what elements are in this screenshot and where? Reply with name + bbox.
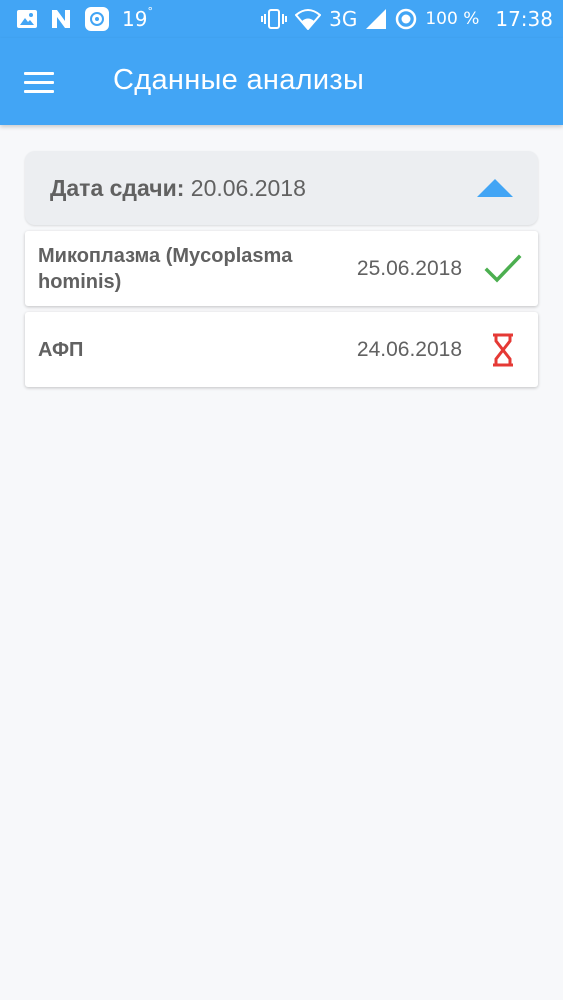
hourglass-icon [484,331,522,369]
analysis-row[interactable]: Микоплазма (Mycoplasma hominis) 25.06.20… [25,231,538,306]
date-group-label: Дата сдачи: [50,174,185,201]
analysis-date: 25.06.2018 [356,256,462,280]
image-icon [16,9,38,29]
date-group-text: Дата сдачи: 20.06.2018 [50,175,306,202]
date-group-header[interactable]: Дата сдачи: 20.06.2018 [25,151,538,225]
n-icon [50,9,72,29]
menu-line [24,71,54,75]
analysis-name: Микоплазма (Mycoplasma hominis) [38,244,293,293]
screen: 19° 3G 100 % 17:38 Сданные анализы Дата … [0,0,563,1000]
hamburger-menu-icon[interactable] [24,65,60,99]
app-bar: Сданные анализы [0,38,563,125]
page-title: Сданные анализы [113,64,365,96]
analysis-name: АФП [38,338,84,361]
battery-text: 100 % [425,9,480,29]
date-group-value: 20.06.2018 [190,174,306,201]
status-bar: 19° 3G 100 % 17:38 [0,0,563,38]
wifi-icon [295,8,322,30]
network-type-text: 3G [329,7,358,31]
signal-icon [365,8,387,30]
menu-line [24,80,54,84]
status-bar-left: 19° [16,5,153,32]
caret-up-icon[interactable] [476,178,514,198]
location-icon [395,8,417,30]
vibrate-icon [261,8,288,30]
app-icon [84,6,110,32]
checkmark-icon [484,250,522,288]
temperature-text: 19° [122,5,153,31]
analysis-date: 24.06.2018 [356,337,462,361]
menu-line [24,89,54,93]
analysis-row[interactable]: АФП 24.06.2018 [25,312,538,387]
clock-text: 17:38 [495,7,553,31]
status-bar-right: 3G 100 % 17:38 [261,7,553,31]
